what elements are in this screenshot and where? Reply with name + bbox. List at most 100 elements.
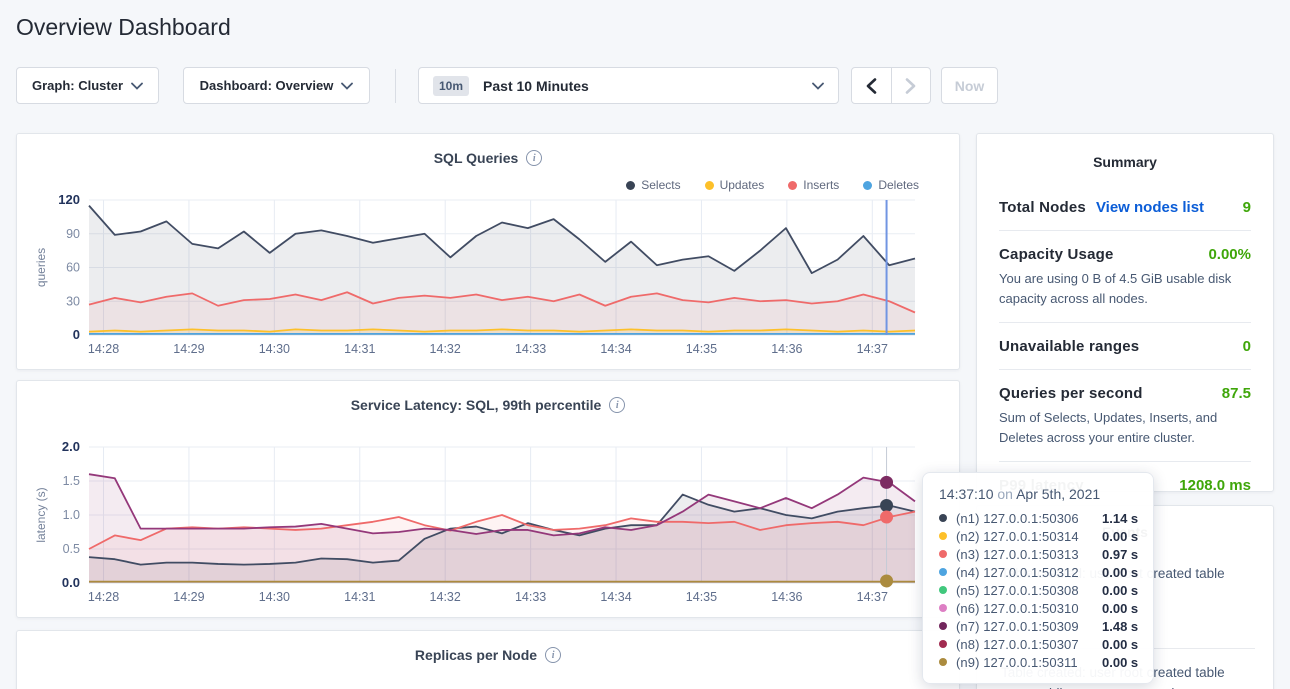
info-icon[interactable]: i [545,647,561,663]
controls-divider [395,69,396,103]
node-color-dot [939,604,947,612]
qps-value: 87.5 [1222,385,1251,402]
svg-text:14:37: 14:37 [857,590,888,604]
svg-text:60: 60 [66,261,80,275]
node-color-dot [939,532,947,540]
info-icon[interactable]: i [609,397,625,413]
time-next-button[interactable] [892,68,931,103]
service-latency-chart[interactable]: 0.00.51.01.52.014:2814:2914:3014:3114:32… [25,433,953,613]
node-address: (n4) 127.0.0.1:50312 [956,565,1102,580]
legend-dot [788,181,797,190]
chart-hover-tooltip: 14:37:10 on Apr 5th, 2021 (n1) 127.0.0.1… [922,472,1154,684]
node-address: (n5) 127.0.0.1:50308 [956,583,1102,598]
info-icon[interactable]: i [526,150,542,166]
qps-label: Queries per second [999,385,1143,402]
tooltip-timestamp: 14:37:10 on Apr 5th, 2021 [939,486,1141,502]
svg-text:14:28: 14:28 [88,342,119,356]
svg-text:14:30: 14:30 [259,342,290,356]
tooltip-node-row: (n8) 127.0.0.1:503070.00 s [939,635,1141,653]
time-step-buttons [851,67,931,104]
svg-text:14:29: 14:29 [173,590,204,604]
svg-text:14:35: 14:35 [686,590,717,604]
overview-dashboard-page: Overview Dashboard Graph: Cluster Dashbo… [0,0,1290,689]
node-color-dot [939,514,947,522]
legend-dot [705,181,714,190]
node-color-dot [939,550,947,558]
now-button[interactable]: Now [941,67,998,104]
tooltip-node-row: (n3) 127.0.0.1:503130.97 s [939,545,1141,563]
svg-text:14:34: 14:34 [600,590,631,604]
tooltip-node-row: (n2) 127.0.0.1:503140.00 s [939,527,1141,545]
node-latency-value: 1.48 s [1102,619,1138,634]
replicas-per-node-panel: Replicas per Node i [16,630,960,689]
time-prev-button[interactable] [852,68,892,103]
node-latency-value: 0.00 s [1102,601,1138,616]
node-address: (n7) 127.0.0.1:50309 [956,619,1102,634]
chevron-down-icon [812,82,824,90]
unavailable-ranges-value: 0 [1243,338,1251,355]
node-color-dot [939,568,947,576]
svg-text:120: 120 [58,192,80,207]
sql-queries-panel: SQL Queries i SelectsUpdatesInsertsDelet… [16,133,960,370]
p99-latency-value: 1208.0 ms [1179,477,1251,494]
controls-row: Graph: Cluster Dashboard: Overview 10m P… [0,67,1290,105]
graph-dropdown[interactable]: Graph: Cluster [16,67,159,104]
svg-text:30: 30 [66,294,80,308]
chevron-left-icon [866,78,877,94]
node-address: (n9) 127.0.0.1:50311 [956,655,1102,670]
event-text: movr.public.user_promo_codes [1001,684,1255,689]
chevron-down-icon [131,82,143,90]
chart-title-replicas-per-node: Replicas per Node [415,647,537,663]
legend-dot [863,181,872,190]
sql-queries-chart[interactable]: 030609012014:2814:2914:3014:3114:3214:33… [25,190,953,360]
svg-text:90: 90 [66,227,80,241]
node-address: (n3) 127.0.0.1:50313 [956,547,1102,562]
graph-dropdown-label: Graph: Cluster [32,78,123,93]
summary-row-qps: Queries per second 87.5 Sum of Selects, … [999,369,1251,461]
svg-text:queries: queries [34,248,48,287]
capacity-usage-label: Capacity Usage [999,246,1114,263]
node-latency-value: 0.00 s [1102,655,1138,670]
view-nodes-list-link[interactable]: View nodes list [1096,199,1204,216]
summary-row-capacity: Capacity Usage 0.00% You are using 0 B o… [999,230,1251,322]
page-title: Overview Dashboard [16,14,231,41]
svg-text:0.5: 0.5 [63,542,80,556]
chart-title-service-latency: Service Latency: SQL, 99th percentile [351,397,602,413]
svg-text:14:36: 14:36 [771,590,802,604]
total-nodes-label: Total Nodes [999,199,1086,216]
chart-title-sql-queries: SQL Queries [434,150,519,166]
svg-text:14:30: 14:30 [259,590,290,604]
tooltip-node-row: (n1) 127.0.0.1:503061.14 s [939,509,1141,527]
time-range-badge: 10m [433,76,469,96]
svg-text:14:36: 14:36 [771,342,802,356]
node-latency-value: 0.00 s [1102,583,1138,598]
node-latency-value: 1.14 s [1102,511,1138,526]
svg-text:1.5: 1.5 [63,474,80,488]
service-latency-panel: Service Latency: SQL, 99th percentile i … [16,380,960,618]
svg-text:14:35: 14:35 [686,342,717,356]
total-nodes-value: 9 [1243,199,1251,216]
svg-text:14:32: 14:32 [430,342,461,356]
dashboard-dropdown[interactable]: Dashboard: Overview [183,67,370,104]
node-latency-value: 0.00 s [1102,565,1138,580]
tooltip-node-row: (n6) 127.0.0.1:503100.00 s [939,599,1141,617]
time-range-dropdown[interactable]: 10m Past 10 Minutes [418,67,839,104]
node-color-dot [939,640,947,648]
summary-row-unavailable-ranges: Unavailable ranges 0 [999,322,1251,369]
time-range-label: Past 10 Minutes [483,78,812,94]
node-latency-value: 0.00 s [1102,529,1138,544]
summary-heading: Summary [977,134,1273,184]
svg-text:14:34: 14:34 [600,342,631,356]
svg-text:latency (s): latency (s) [34,487,48,542]
summary-panel: Summary Total Nodes View nodes list 9 Ca… [976,133,1274,492]
svg-text:14:28: 14:28 [88,590,119,604]
capacity-usage-value: 0.00% [1208,246,1251,263]
tooltip-node-rows: (n1) 127.0.0.1:503061.14 s(n2) 127.0.0.1… [939,509,1141,671]
node-address: (n1) 127.0.0.1:50306 [956,511,1102,526]
qps-description: Sum of Selects, Updates, Inserts, and De… [999,408,1251,447]
node-address: (n8) 127.0.0.1:50307 [956,637,1102,652]
svg-text:0: 0 [73,327,80,342]
legend-dot [626,181,635,190]
dashboard-dropdown-label: Dashboard: Overview [200,78,334,93]
node-address: (n6) 127.0.0.1:50310 [956,601,1102,616]
